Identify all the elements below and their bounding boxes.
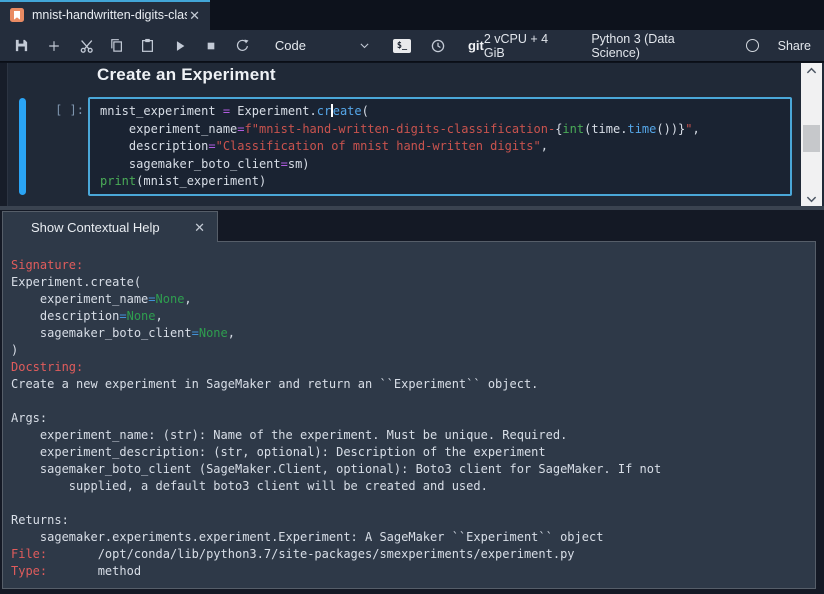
stop-icon <box>204 39 218 53</box>
dropdown-chevron-icon <box>358 39 371 52</box>
run-cell-button[interactable] <box>172 38 188 54</box>
code-line: supplied, a default boto3 client will be… <box>11 478 807 495</box>
save-button[interactable] <box>14 38 30 54</box>
scrollbar-thumb[interactable] <box>803 125 820 152</box>
checkpoint-history-button[interactable] <box>430 38 446 54</box>
code-line: Signature: <box>11 257 807 274</box>
code-line: experiment_name: (str): Name of the expe… <box>11 427 807 444</box>
code-line: Returns: <box>11 512 807 529</box>
copy-cells-button[interactable] <box>109 38 125 54</box>
cut-cells-button[interactable] <box>79 38 95 54</box>
code-line: description=None, <box>11 308 807 325</box>
code-line: experiment_name=None, <box>11 291 807 308</box>
add-icon <box>47 39 61 53</box>
code-line: Experiment.create( <box>11 274 807 291</box>
code-line: sagemaker.experiments.experiment.Experim… <box>11 529 807 546</box>
code-line <box>11 393 807 410</box>
close-icon[interactable]: ✕ <box>192 221 207 234</box>
cell-prompt: [ ]: <box>0 103 84 117</box>
contextual-help-panel: Show Contextual Help ✕ Signature:Experim… <box>0 210 824 594</box>
kernel-status-icon[interactable] <box>746 39 759 52</box>
code-line: experiment_description: (str, optional):… <box>11 444 807 461</box>
code-line: sagemaker_boto_client (SageMaker.Client,… <box>11 461 807 478</box>
code-line: Docstring: <box>11 359 807 376</box>
git-button[interactable]: git <box>468 38 484 53</box>
notebook-icon <box>9 7 25 23</box>
cell-type-dropdown[interactable]: Code <box>275 38 371 53</box>
tab-contextual-help[interactable]: Show Contextual Help ✕ <box>2 211 218 242</box>
active-tab-accent <box>0 0 210 2</box>
notebook-tab-bar: mnist-handwritten-digits-clas ✕ <box>0 0 824 30</box>
notebook-content-area: Create an Experiment [ ]: mnist_experime… <box>0 63 824 206</box>
code-line: print(mnist_experiment) <box>100 173 790 191</box>
terminal-icon[interactable]: $_ <box>393 39 411 53</box>
share-button[interactable]: Share <box>778 39 811 53</box>
code-editor[interactable]: mnist_experiment = Experiment.create( ex… <box>88 97 792 196</box>
notebook-tab-title: mnist-handwritten-digits-clas <box>32 8 187 22</box>
code-line: ) <box>11 342 807 359</box>
code-line: File: /opt/conda/lib/python3.7/site-pack… <box>11 546 807 563</box>
paste-icon <box>140 38 155 53</box>
code-line: description="Classification of mnist han… <box>100 138 790 156</box>
copy-icon <box>109 38 124 53</box>
cut-icon <box>79 38 95 54</box>
code-line: sagemaker_boto_client=None, <box>11 325 807 342</box>
add-cell-button[interactable] <box>46 38 62 54</box>
contextual-help-content: Signature:Experiment.create( experiment_… <box>2 241 816 589</box>
run-icon <box>173 39 187 53</box>
instance-type-label[interactable]: 2 vCPU + 4 GiB <box>484 32 572 60</box>
notebook-left-gutter <box>0 63 8 206</box>
code-line: experiment_name=f"mnist-hand-written-dig… <box>100 121 790 139</box>
scroll-up-icon[interactable] <box>801 63 822 78</box>
stop-kernel-button[interactable] <box>203 38 219 54</box>
notebook-tab[interactable]: mnist-handwritten-digits-clas ✕ <box>0 0 210 30</box>
restart-kernel-button[interactable] <box>235 38 251 54</box>
save-icon <box>14 38 29 53</box>
notebook-toolbar: Code $_ git 2 vCPU + 4 GiB Python 3 (Dat… <box>0 30 824 62</box>
help-tab-label: Show Contextual Help <box>31 220 192 235</box>
history-icon <box>430 38 446 54</box>
code-line: Create a new experiment in SageMaker and… <box>11 376 807 393</box>
cell-type-value: Code <box>275 38 306 53</box>
notebook-scrollbar[interactable] <box>801 63 822 206</box>
paste-cells-button[interactable] <box>140 38 156 54</box>
code-line: Type: method <box>11 563 807 580</box>
markdown-heading: Create an Experiment <box>97 65 276 85</box>
code-line <box>11 495 807 512</box>
restart-icon <box>235 38 250 53</box>
code-line: sagemaker_boto_client=sm) <box>100 156 790 174</box>
scroll-down-icon[interactable] <box>801 191 822 206</box>
close-icon[interactable]: ✕ <box>187 9 202 22</box>
code-line: Args: <box>11 410 807 427</box>
kernel-name-label[interactable]: Python 3 (Data Science) <box>591 32 726 60</box>
code-line: mnist_experiment = Experiment.create( <box>100 103 790 121</box>
